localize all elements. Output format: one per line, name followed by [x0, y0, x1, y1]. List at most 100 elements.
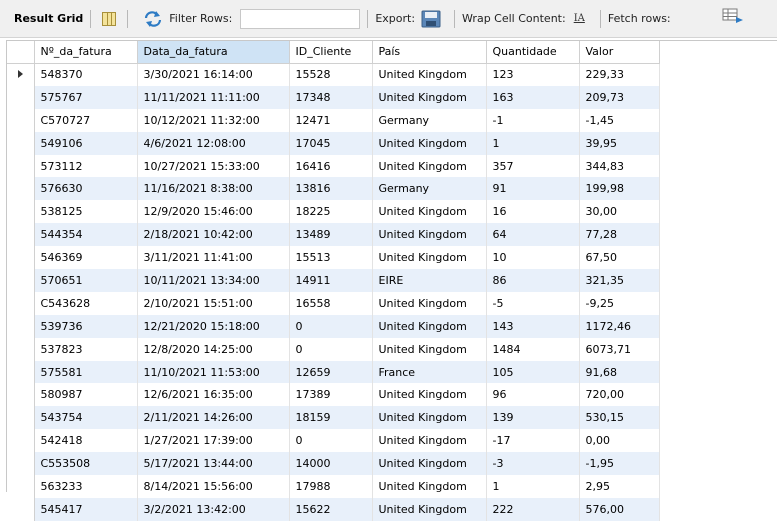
row-selector[interactable]: [7, 108, 35, 132]
table-cell[interactable]: 537823: [34, 337, 138, 361]
table-cell[interactable]: 15513: [289, 246, 373, 270]
table-cell[interactable]: United Kingdom: [372, 200, 487, 224]
export-icon[interactable]: [421, 10, 441, 28]
table-cell[interactable]: United Kingdom: [372, 314, 487, 338]
table-cell[interactable]: 576630: [34, 177, 138, 201]
row-selector[interactable]: [7, 497, 35, 521]
row-selector[interactable]: [7, 131, 35, 155]
table-cell[interactable]: 17045: [289, 131, 373, 155]
table-cell[interactable]: 67,50: [579, 246, 660, 270]
table-row[interactable]: 573112 10/27/2021 15:33:00 16416 United Kin…: [7, 154, 660, 178]
table-cell[interactable]: 86: [486, 269, 580, 292]
table-cell[interactable]: United Kingdom: [372, 406, 487, 430]
table-cell[interactable]: 546369: [34, 246, 138, 270]
table-cell[interactable]: 1: [486, 475, 580, 498]
table-cell[interactable]: 10/11/2021 13:34:00: [137, 269, 290, 292]
table-row[interactable]: C553508 5/17/2021 13:44:00 14000 United Kin…: [7, 452, 660, 476]
row-selector[interactable]: [7, 475, 35, 498]
column-header[interactable]: Nº_da_fatura: [34, 41, 138, 64]
table-cell[interactable]: United Kingdom: [372, 131, 487, 155]
fetch-icon[interactable]: [722, 8, 744, 24]
table-row[interactable]: 538125 12/9/2020 15:46:00 18225 United King…: [7, 200, 660, 224]
row-selector[interactable]: [7, 177, 35, 201]
column-header[interactable]: Quantidade: [486, 41, 580, 64]
table-cell[interactable]: 64: [486, 223, 580, 247]
table-cell[interactable]: United Kingdom: [372, 497, 487, 521]
table-cell[interactable]: 720,00: [579, 383, 660, 407]
row-selector[interactable]: [7, 337, 35, 361]
table-row[interactable]: 548370 3/30/2021 16:14:00 15528 United King…: [7, 63, 660, 86]
table-cell[interactable]: 143: [486, 314, 580, 338]
table-cell[interactable]: 538125: [34, 200, 138, 224]
table-cell[interactable]: 6073,71: [579, 337, 660, 361]
table-cell[interactable]: 2/11/2021 14:26:00: [137, 406, 290, 430]
table-cell[interactable]: France: [372, 360, 487, 384]
table-row[interactable]: 549106 4/6/2021 12:08:00 17045 United Kingd…: [7, 131, 660, 155]
table-cell[interactable]: 12/8/2020 14:25:00: [137, 337, 290, 361]
table-cell[interactable]: 209,73: [579, 85, 660, 109]
table-cell[interactable]: 77,28: [579, 223, 660, 247]
row-selector[interactable]: [7, 85, 35, 109]
table-cell[interactable]: 96: [486, 383, 580, 407]
table-cell[interactable]: 229,33: [579, 63, 660, 86]
table-cell[interactable]: 539736: [34, 314, 138, 338]
table-cell[interactable]: 139: [486, 406, 580, 430]
result-grid[interactable]: Nº_da_fatura Data_da_fatura ID_Cliente P…: [6, 40, 777, 521]
table-cell[interactable]: 16: [486, 200, 580, 224]
table-cell[interactable]: 17348: [289, 85, 373, 109]
table-row[interactable]: 542418 1/27/2021 17:39:00 0 United Kingdom -…: [7, 429, 660, 453]
table-cell[interactable]: -9,25: [579, 291, 660, 315]
table-cell[interactable]: C543628: [34, 291, 138, 315]
table-cell[interactable]: 105: [486, 360, 580, 384]
table-cell[interactable]: 11/10/2021 11:53:00: [137, 360, 290, 384]
table-cell[interactable]: 542418: [34, 429, 138, 453]
table-cell[interactable]: 17988: [289, 475, 373, 498]
row-selector[interactable]: [7, 223, 35, 247]
table-cell[interactable]: 580987: [34, 383, 138, 407]
table-cell[interactable]: United Kingdom: [372, 85, 487, 109]
table-cell[interactable]: 0,00: [579, 429, 660, 453]
table-cell[interactable]: Germany: [372, 177, 487, 201]
table-cell[interactable]: 2/18/2021 10:42:00: [137, 223, 290, 247]
table-cell[interactable]: 563233: [34, 475, 138, 498]
table-cell[interactable]: -1: [486, 108, 580, 132]
wrap-icon[interactable]: IA: [574, 13, 585, 24]
table-cell[interactable]: 15528: [289, 63, 373, 86]
row-selector[interactable]: [7, 154, 35, 178]
table-cell[interactable]: 545417: [34, 497, 138, 521]
table-cell[interactable]: 12471: [289, 108, 373, 132]
table-row[interactable]: 580987 12/6/2021 16:35:00 17389 United King…: [7, 383, 660, 407]
table-row[interactable]: C543628 2/10/2021 15:51:00 16558 United Kin…: [7, 291, 660, 315]
table-cell[interactable]: United Kingdom: [372, 383, 487, 407]
table-cell[interactable]: 18225: [289, 200, 373, 224]
table-cell[interactable]: 12/21/2020 15:18:00: [137, 314, 290, 338]
grid-icon[interactable]: [102, 11, 117, 26]
table-cell[interactable]: 123: [486, 63, 580, 86]
table-cell[interactable]: United Kingdom: [372, 291, 487, 315]
table-cell[interactable]: 543754: [34, 406, 138, 430]
result-grid-tab[interactable]: Result Grid: [14, 7, 83, 31]
table-cell[interactable]: 11/11/2021 11:11:00: [137, 85, 290, 109]
table-cell[interactable]: 3/11/2021 11:41:00: [137, 246, 290, 270]
row-selector[interactable]: [7, 314, 35, 338]
table-cell[interactable]: 11/16/2021 8:38:00: [137, 177, 290, 201]
table-cell[interactable]: 8/14/2021 15:56:00: [137, 475, 290, 498]
table-cell[interactable]: -1,45: [579, 108, 660, 132]
table-cell[interactable]: 357: [486, 154, 580, 178]
table-cell[interactable]: 10: [486, 246, 580, 270]
table-cell[interactable]: 16558: [289, 291, 373, 315]
table-cell[interactable]: 3/2/2021 13:42:00: [137, 497, 290, 521]
table-row[interactable]: 543754 2/11/2021 14:26:00 18159 United King…: [7, 406, 660, 430]
table-cell[interactable]: 91,68: [579, 360, 660, 384]
table-cell[interactable]: 199,98: [579, 177, 660, 201]
table-cell[interactable]: 1484: [486, 337, 580, 361]
table-cell[interactable]: -17: [486, 429, 580, 453]
table-cell[interactable]: 0: [289, 429, 373, 453]
table-cell[interactable]: United Kingdom: [372, 475, 487, 498]
table-cell[interactable]: 18159: [289, 406, 373, 430]
table-cell[interactable]: 0: [289, 337, 373, 361]
filter-icon[interactable]: [143, 10, 163, 27]
table-cell[interactable]: United Kingdom: [372, 429, 487, 453]
table-row[interactable]: 545417 3/2/2021 13:42:00 15622 United Kingd…: [7, 497, 660, 521]
table-cell[interactable]: 321,35: [579, 269, 660, 292]
